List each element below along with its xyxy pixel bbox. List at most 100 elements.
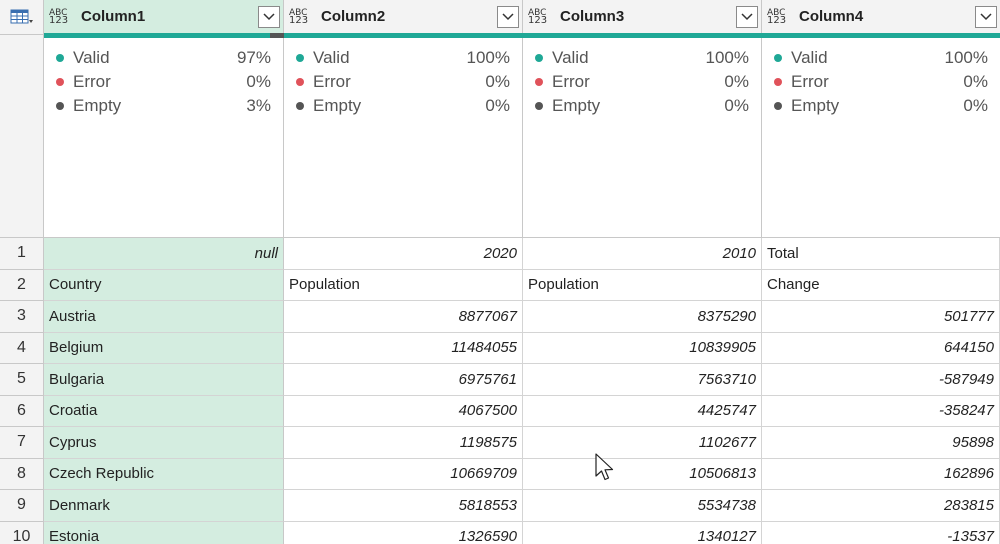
stat-empty: Empty 0% (535, 94, 749, 118)
table-cell[interactable]: Total (762, 238, 1000, 270)
table-row: 5 Bulgaria 6975761 7563710 -587949 (0, 364, 1000, 396)
table-cell[interactable]: -587949 (762, 364, 1000, 396)
valid-dot-icon (535, 54, 543, 62)
table-cell[interactable]: 8375290 (523, 301, 762, 333)
column-title: Column1 (81, 8, 146, 25)
column-profile-4: Valid 100% Error 0% Empty 0% (762, 38, 1000, 238)
table-cell[interactable]: Czech Republic (44, 458, 284, 490)
row-number[interactable]: 7 (0, 427, 44, 459)
table-cell[interactable]: Austria (44, 301, 284, 333)
row-number[interactable]: 10 (0, 521, 44, 544)
type-any-icon: ABC 123 (49, 7, 69, 26)
empty-dot-icon (296, 102, 304, 110)
row-number[interactable]: 9 (0, 490, 44, 522)
table-cell[interactable]: Cyprus (44, 427, 284, 459)
table-cell[interactable]: 4425747 (523, 395, 762, 427)
column-filter-button[interactable] (497, 5, 519, 28)
chevron-down-icon (263, 12, 275, 20)
stat-error: Error 0% (535, 70, 749, 94)
column-filter-button[interactable] (258, 5, 280, 28)
column-title: Column4 (799, 8, 864, 25)
table-cell[interactable]: null (44, 238, 284, 270)
table-cell[interactable]: Population (284, 269, 523, 301)
row-number[interactable]: 3 (0, 301, 44, 333)
row-number[interactable]: 1 (0, 238, 44, 270)
type-any-icon: ABC 123 (528, 7, 548, 26)
column-header-3[interactable]: ABC 123 Column3 (523, 0, 762, 33)
column-profile-1: Valid 97% Error 0% Empty 3% (44, 38, 284, 238)
error-dot-icon (296, 78, 304, 86)
stat-valid: Valid 100% (535, 46, 749, 70)
table-cell[interactable]: 5818553 (284, 490, 523, 522)
table-cell[interactable]: Croatia (44, 395, 284, 427)
column-header-1[interactable]: ABC 123 Column1 (44, 0, 284, 33)
empty-dot-icon (774, 102, 782, 110)
table-cell[interactable]: 11484055 (284, 332, 523, 364)
error-dot-icon (56, 78, 64, 86)
table-cell[interactable]: 2010 (523, 238, 762, 270)
table-cell[interactable]: 7563710 (523, 364, 762, 396)
table-cell[interactable]: Population (523, 269, 762, 301)
table-cell[interactable]: 8877067 (284, 301, 523, 333)
empty-dot-icon (535, 102, 543, 110)
table-cell[interactable]: 1198575 (284, 427, 523, 459)
stat-empty: Empty 3% (56, 94, 271, 118)
table-cell[interactable]: -13537 (762, 521, 1000, 544)
row-number[interactable]: 2 (0, 269, 44, 301)
column-profile-3: Valid 100% Error 0% Empty 0% (523, 38, 762, 238)
table-cell[interactable]: Denmark (44, 490, 284, 522)
stat-error: Error 0% (774, 70, 988, 94)
table-row: 6 Croatia 4067500 4425747 -358247 (0, 395, 1000, 427)
column-title: Column3 (560, 8, 625, 25)
table-cell[interactable]: Bulgaria (44, 364, 284, 396)
table-cell[interactable]: 644150 (762, 332, 1000, 364)
row-number[interactable]: 6 (0, 395, 44, 427)
table-cell[interactable]: -358247 (762, 395, 1000, 427)
table-cell[interactable]: Change (762, 269, 1000, 301)
table-row: 9 Denmark 5818553 5534738 283815 (0, 490, 1000, 522)
column-header-2[interactable]: ABC 123 Column2 (284, 0, 523, 33)
row-number[interactable]: 5 (0, 364, 44, 396)
table-cell[interactable]: 162896 (762, 458, 1000, 490)
table-cell[interactable]: 4067500 (284, 395, 523, 427)
stat-valid: Valid 100% (296, 46, 510, 70)
column-filter-button[interactable] (736, 5, 758, 28)
stat-error: Error 0% (296, 70, 510, 94)
stat-valid: Valid 97% (56, 46, 271, 70)
table-cell[interactable]: 10839905 (523, 332, 762, 364)
table-row: 4 Belgium 11484055 10839905 644150 (0, 332, 1000, 364)
column-filter-button[interactable] (975, 5, 997, 28)
table-cell[interactable]: 6975761 (284, 364, 523, 396)
table-cell[interactable]: 283815 (762, 490, 1000, 522)
column-profile-2: Valid 100% Error 0% Empty 0% (284, 38, 523, 238)
table-cell[interactable]: 501777 (762, 301, 1000, 333)
stat-empty: Empty 0% (774, 94, 988, 118)
chevron-down-icon (980, 12, 992, 20)
table-cell[interactable]: 1102677 (523, 427, 762, 459)
valid-dot-icon (774, 54, 782, 62)
row-number[interactable]: 8 (0, 458, 44, 490)
table-row: 7 Cyprus 1198575 1102677 95898 (0, 427, 1000, 459)
table-cell[interactable]: 95898 (762, 427, 1000, 459)
table-icon (10, 9, 33, 24)
row-number[interactable]: 4 (0, 332, 44, 364)
profile-gutter (0, 35, 44, 238)
table-cell[interactable]: 10669709 (284, 458, 523, 490)
table-cell[interactable]: 1340127 (523, 521, 762, 544)
stat-empty: Empty 0% (296, 94, 510, 118)
error-dot-icon (774, 78, 782, 86)
table-cell[interactable]: 1326590 (284, 521, 523, 544)
table-cell[interactable]: Estonia (44, 521, 284, 544)
table-menu-button[interactable] (0, 0, 44, 35)
error-dot-icon (535, 78, 543, 86)
table-row: 10 Estonia 1326590 1340127 -13537 (0, 521, 1000, 544)
table-cell[interactable]: Country (44, 269, 284, 301)
valid-dot-icon (296, 54, 304, 62)
column-header-4[interactable]: ABC 123 Column4 (762, 0, 1000, 33)
table-cell[interactable]: Belgium (44, 332, 284, 364)
type-any-icon: ABC 123 (767, 7, 787, 26)
table-cell[interactable]: 10506813 (523, 458, 762, 490)
table-cell[interactable]: 2020 (284, 238, 523, 270)
table-cell[interactable]: 5534738 (523, 490, 762, 522)
table-row: 1 null 2020 2010 Total (0, 238, 1000, 270)
